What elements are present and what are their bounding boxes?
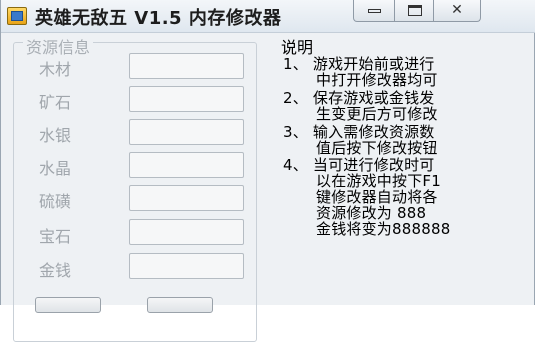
app-icon bbox=[7, 7, 27, 25]
description-line: 值后按下修改按钮 bbox=[316, 139, 438, 157]
close-icon: ✕ bbox=[451, 2, 463, 18]
app-window: 英雄无敌五 V1.5 内存修改器 ✕ 资源信息 木材 矿石 水银 水晶 硫磺 宝… bbox=[0, 0, 535, 342]
description-line: 金钱将变为888888 bbox=[316, 220, 451, 238]
description-line: 以在游戏中按下F1 bbox=[316, 172, 441, 190]
label-wood: 木材 bbox=[39, 60, 72, 79]
minimize-icon bbox=[368, 9, 381, 13]
label-gems: 宝石 bbox=[39, 227, 72, 246]
mercury-input[interactable] bbox=[129, 119, 244, 145]
close-button[interactable]: ✕ bbox=[433, 0, 481, 22]
description-line: 2、 保存游戏或金钱发 bbox=[283, 89, 435, 107]
description-line: 3、 输入需修改资源数 bbox=[283, 123, 435, 141]
maximize-button[interactable] bbox=[394, 0, 434, 22]
minimize-button[interactable] bbox=[353, 0, 395, 22]
maximize-icon bbox=[408, 5, 422, 16]
description-line: 生变更后方可修改 bbox=[316, 105, 438, 123]
resource-group-title: 资源信息 bbox=[23, 34, 94, 58]
description-line: 资源修改为 888 bbox=[316, 204, 427, 222]
description-line: 键修改器自动将各 bbox=[316, 188, 438, 206]
label-crystal: 水晶 bbox=[39, 159, 72, 178]
bottom-button-left[interactable] bbox=[35, 297, 101, 313]
ore-input[interactable] bbox=[129, 86, 244, 112]
label-ore: 矿石 bbox=[39, 93, 72, 112]
window-title: 英雄无敌五 V1.5 内存修改器 bbox=[35, 8, 282, 29]
title-bar[interactable]: 英雄无敌五 V1.5 内存修改器 ✕ bbox=[1, 0, 535, 33]
label-sulfur: 硫磺 bbox=[39, 192, 72, 211]
gems-input[interactable] bbox=[129, 219, 244, 245]
gold-input[interactable] bbox=[129, 253, 244, 279]
label-gold: 金钱 bbox=[39, 261, 72, 280]
wood-input[interactable] bbox=[129, 53, 244, 79]
sulfur-input[interactable] bbox=[129, 185, 244, 211]
description-line: 4、 当可进行修改时可 bbox=[283, 156, 435, 174]
label-mercury: 水银 bbox=[39, 126, 72, 145]
crystal-input[interactable] bbox=[129, 152, 244, 178]
description-line: 1、 游戏开始前或进行 bbox=[283, 55, 435, 73]
bottom-button-right[interactable] bbox=[147, 297, 213, 313]
description-line: 中打开修改器均可 bbox=[316, 71, 438, 89]
